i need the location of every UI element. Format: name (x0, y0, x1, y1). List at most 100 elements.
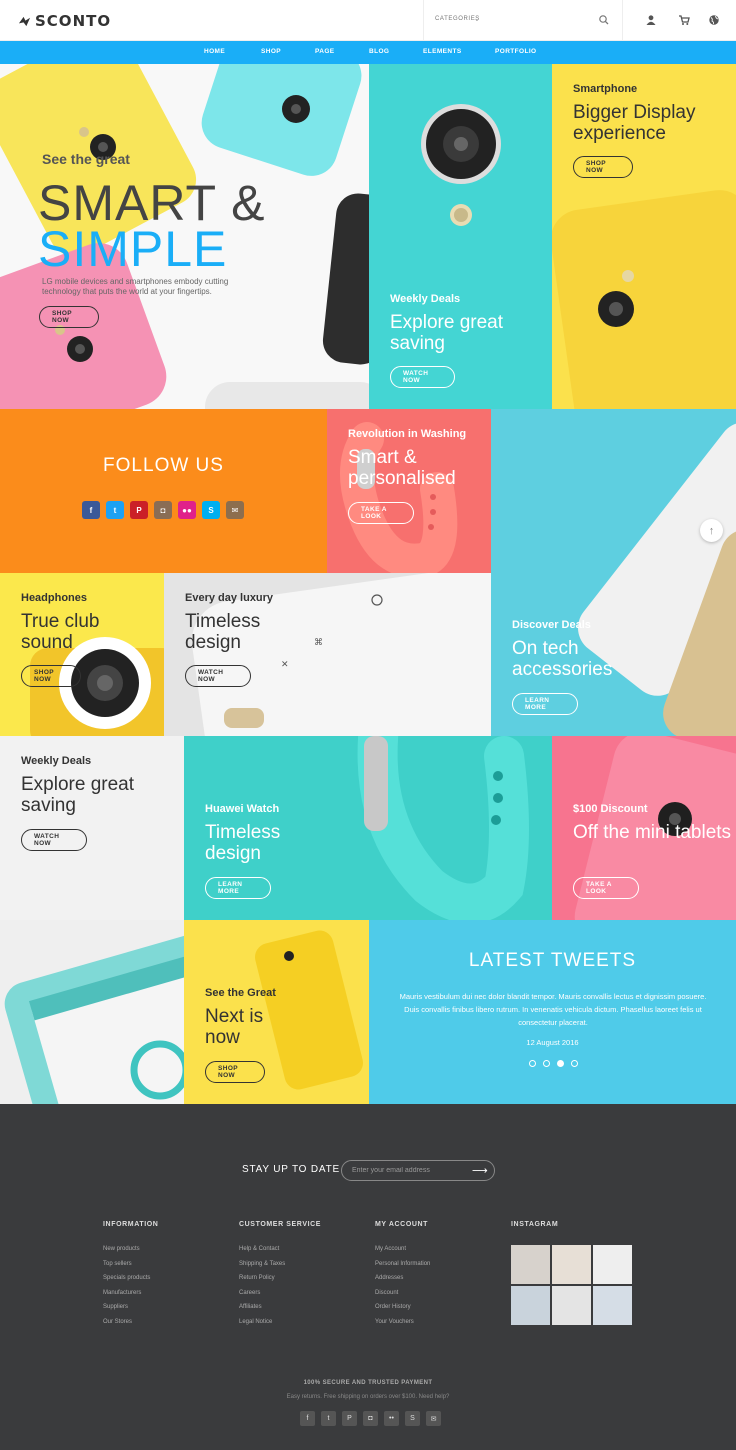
huawei-watch-tile[interactable]: Huawei Watch Timeless design LEARN MORE (184, 736, 552, 920)
discover-learn-more-button[interactable]: LEARN MORE (512, 693, 578, 715)
instagram-photo[interactable] (593, 1286, 632, 1325)
next-title: Next is now (205, 1006, 264, 1048)
footer-link[interactable]: Affiliates (239, 1300, 285, 1315)
nav-page[interactable]: PAGE (315, 48, 335, 55)
carousel-dot-active[interactable] (557, 1060, 564, 1067)
instagram-icon[interactable]: ◘ (363, 1411, 378, 1426)
washing-take-a-look-button[interactable]: TAKE A LOOK (348, 502, 414, 524)
footer-link[interactable]: My Account (375, 1242, 430, 1257)
footer-link[interactable]: New products (103, 1242, 150, 1257)
footer-link[interactable]: Order History (375, 1300, 430, 1315)
carousel-dot[interactable] (529, 1060, 536, 1067)
instagram-photo[interactable] (552, 1286, 591, 1325)
cart-icon[interactable] (678, 14, 690, 26)
headphones-shop-now-button[interactable]: SHOP NOW (21, 665, 81, 687)
weekly-watch-now-button[interactable]: WATCH NOW (390, 366, 455, 388)
next-is-now-tile[interactable]: See the Great Next is now SHOP NOW (184, 920, 369, 1104)
twitter-icon[interactable]: t (321, 1411, 336, 1426)
chevron-down-icon[interactable]: ⌄ (474, 15, 480, 23)
next-label: See the Great (205, 987, 276, 999)
weekly-deals-2-label: Weekly Deals (21, 755, 92, 767)
next-shop-now-button[interactable]: SHOP NOW (205, 1061, 265, 1083)
footer-link[interactable]: Return Policy (239, 1271, 285, 1286)
footer-link[interactable]: Help & Contact (239, 1242, 285, 1257)
instagram-photo[interactable] (552, 1245, 591, 1284)
hero-shop-now-button[interactable]: SHOP NOW (39, 306, 99, 328)
huawei-learn-more-button[interactable]: LEARN MORE (205, 877, 271, 899)
nav-home[interactable]: HOME (204, 48, 225, 55)
footer-link[interactable]: Shipping & Taxes (239, 1257, 285, 1272)
discount-take-a-look-button[interactable]: TAKE A LOOK (573, 877, 639, 899)
luxury-watch-now-button[interactable]: WATCH NOW (185, 665, 251, 687)
nav-portfolio[interactable]: PORTFOLIO (495, 48, 537, 55)
mail-icon[interactable]: ✉ (226, 501, 244, 519)
footer-link[interactable]: Careers (239, 1286, 285, 1301)
smartphone-title: Bigger Display experience (573, 102, 696, 144)
huawei-label: Huawei Watch (205, 803, 280, 815)
footer-link[interactable]: Addresses (375, 1271, 430, 1286)
arrow-right-icon[interactable]: ⟶ (472, 1164, 488, 1177)
smartphone-label: Smartphone (573, 83, 638, 95)
hero-kicker: See the great (42, 151, 130, 167)
twitter-icon[interactable]: t (106, 501, 124, 519)
skype-icon[interactable]: S (202, 501, 220, 519)
washing-title: Smart & personalised (348, 447, 456, 489)
site-header: SCONTO CATEGORIES ⌄ (0, 0, 736, 41)
footer-link[interactable]: Our Stores (103, 1315, 150, 1330)
carousel-dot[interactable] (543, 1060, 550, 1067)
camera-lens-image (421, 104, 501, 226)
logo[interactable]: SCONTO (18, 12, 111, 30)
smartphone-tile[interactable]: Smartphone Bigger Display experience SHO… (552, 64, 736, 409)
footer-link[interactable]: Manufacturers (103, 1286, 150, 1301)
weekly-deals-2-title: Explore great saving (21, 774, 135, 816)
instagram-photo[interactable] (511, 1286, 550, 1325)
flickr-icon[interactable]: ●● (178, 501, 196, 519)
washing-tile[interactable]: Revolution in Washing Smart & personalis… (327, 409, 491, 573)
search-icon[interactable] (598, 14, 610, 26)
category-search: CATEGORIES ⌄ (423, 0, 623, 41)
luxury-label: Every day luxury (185, 592, 274, 604)
footer-col-customer-service-heading: CUSTOMER SERVICE (239, 1221, 322, 1228)
instagram-icon[interactable]: ◘ (154, 501, 172, 519)
instagram-photo[interactable] (511, 1245, 550, 1284)
silver-phone-image (578, 422, 736, 736)
footer-link[interactable]: Specials products (103, 1271, 150, 1286)
hero-headline-2: SIMPLE (38, 221, 228, 277)
globe-icon[interactable] (708, 14, 720, 26)
skype-icon[interactable]: S (405, 1411, 420, 1426)
facebook-icon[interactable]: f (82, 501, 100, 519)
nav-elements[interactable]: ELEMENTS (423, 48, 462, 55)
footer-col-my-account: My Account Personal Information Addresse… (375, 1242, 430, 1329)
footer-link[interactable]: Your Vouchers (375, 1315, 430, 1330)
nav-blog[interactable]: BLOG (369, 48, 389, 55)
luxury-title: Timeless design (185, 611, 261, 653)
newsletter-label: STAY UP TO DATE (242, 1164, 340, 1175)
user-icon[interactable] (645, 14, 657, 26)
footer-col-information: New products Top sellers Specials produc… (103, 1242, 150, 1329)
pinterest-icon[interactable]: P (130, 501, 148, 519)
footer-link[interactable]: Top sellers (103, 1257, 150, 1272)
footer-link[interactable]: Suppliers (103, 1300, 150, 1315)
discover-deals-tile[interactable]: Discover Deals On tech accessories LEARN… (491, 409, 736, 736)
instagram-photo[interactable] (593, 1245, 632, 1284)
weekly-2-watch-now-button[interactable]: WATCH NOW (21, 829, 87, 851)
weekly-deals-label: Weekly Deals (390, 293, 461, 305)
discount-tile[interactable]: $100 Discount Off the mini tablets TAKE … (552, 736, 736, 920)
footer-link[interactable]: Discount (375, 1286, 430, 1301)
carousel-dot[interactable] (571, 1060, 578, 1067)
pinterest-icon[interactable]: P (342, 1411, 357, 1426)
luxury-tile[interactable]: ⌘ ✕ Every day luxury Timeless design WATC… (164, 573, 491, 736)
scroll-up-button[interactable]: ↑ (700, 519, 723, 542)
headphones-tile[interactable]: Headphones True club sound SHOP NOW (0, 573, 164, 736)
footer-link[interactable]: Personal Information (375, 1257, 430, 1272)
smartphone-shop-now-button[interactable]: SHOP NOW (573, 156, 633, 178)
facebook-icon[interactable]: f (300, 1411, 315, 1426)
flickr-icon[interactable]: •• (384, 1411, 399, 1426)
weekly-deals-tile[interactable]: Weekly Deals Explore great saving WATCH … (369, 64, 552, 409)
tweets-title: LATEST TWEETS (468, 950, 637, 971)
footer-link[interactable]: Legal Notice (239, 1315, 285, 1330)
weekly-deals-tile-2[interactable]: Weekly Deals Explore great saving WATCH … (0, 736, 184, 920)
mail-icon[interactable]: ✉ (426, 1411, 441, 1426)
nav-shop[interactable]: SHOP (261, 48, 281, 55)
weekly-deals-title: Explore great saving (390, 312, 504, 354)
